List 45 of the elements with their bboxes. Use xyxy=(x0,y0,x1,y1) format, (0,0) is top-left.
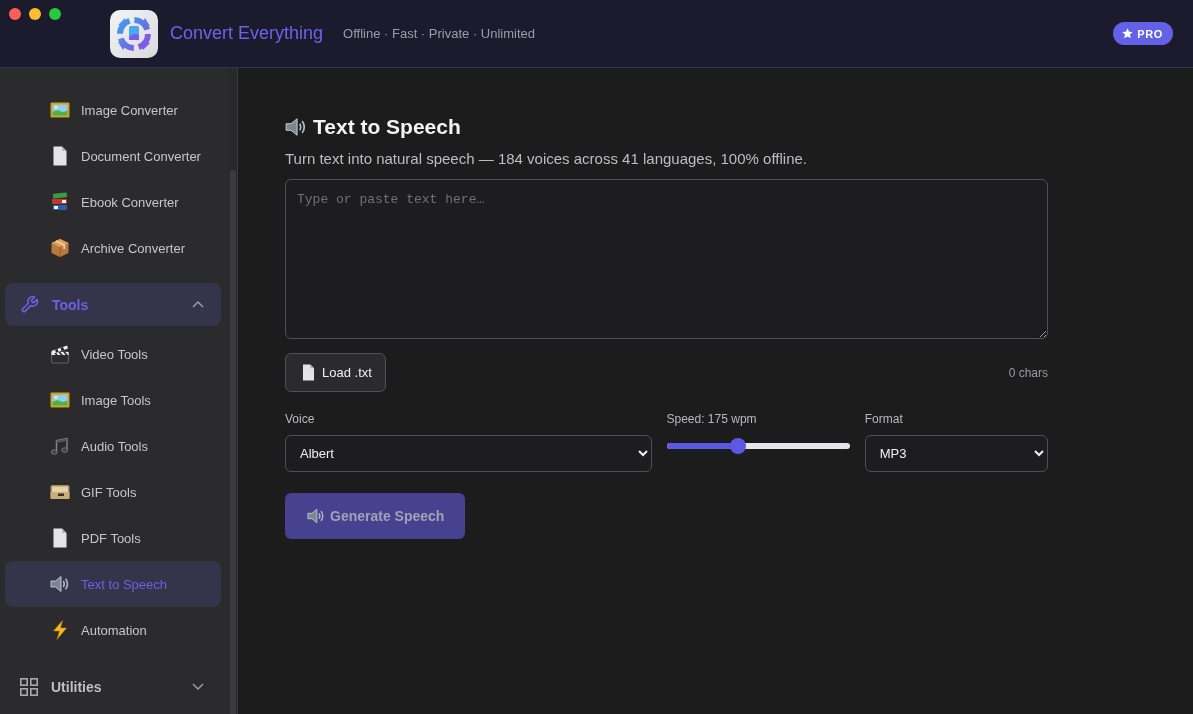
picture-frame-icon xyxy=(50,100,70,120)
slider-thumb[interactable] xyxy=(730,438,747,454)
picture-frame-icon xyxy=(50,390,70,410)
lightning-icon xyxy=(50,620,70,640)
app-tagline: Offline · Fast · Private · Unlimited xyxy=(343,26,535,41)
speaker-icon xyxy=(307,507,325,525)
page-subtitle: Turn text into natural speech — 184 voices across 41 languages, 100% offline. xyxy=(285,149,808,169)
char-count: 0 chars xyxy=(1008,365,1048,380)
app-logo-icon xyxy=(110,9,158,58)
books-icon xyxy=(50,192,70,212)
sidebar-item[interactable]: Document Converter xyxy=(5,133,221,179)
music-notes-icon xyxy=(50,436,70,456)
speed-label: Speed: 175 wpm xyxy=(666,412,757,427)
text-input-field[interactable]: Type or paste text here… xyxy=(285,179,1048,339)
sidebar-item[interactable]: Video Tools xyxy=(5,331,221,377)
sidebar-item[interactable]: Automation xyxy=(5,607,221,653)
sidebar-item[interactable]: GIF Tools xyxy=(5,469,221,515)
close-button[interactable] xyxy=(9,8,21,20)
sidebar-group-header[interactable]: Utilities xyxy=(5,665,221,708)
document-icon xyxy=(300,364,317,381)
sidebar-item[interactable]: Ebook Converter xyxy=(5,179,221,225)
app-title: Convert Everything xyxy=(170,23,324,44)
minimize-button[interactable] xyxy=(29,8,41,20)
voice-select[interactable]: Albert xyxy=(285,435,652,472)
wrench-icon xyxy=(20,295,39,314)
pro-badge[interactable]: PRO xyxy=(1113,22,1173,45)
zoom-button[interactable] xyxy=(49,8,61,20)
format-label: Format xyxy=(864,412,903,427)
page-title: Text to Speech xyxy=(313,114,461,139)
sidebar-item[interactable]: Image Tools xyxy=(5,377,221,423)
clapperboard-icon xyxy=(50,344,70,364)
speaker-icon xyxy=(50,574,70,594)
load-file-button[interactable]: Load .txt xyxy=(285,353,386,392)
star-icon xyxy=(1122,28,1134,39)
sidebar-item[interactable]: PDF Tools xyxy=(5,515,221,561)
file-box-icon xyxy=(50,482,70,502)
speed-slider[interactable] xyxy=(666,438,850,454)
grid-icon xyxy=(20,677,38,696)
package-icon xyxy=(50,238,70,258)
speaker-icon xyxy=(285,115,307,138)
sidebar-item[interactable]: Archive Converter xyxy=(5,225,221,271)
sidebar-item[interactable]: Audio Tools xyxy=(5,423,221,469)
sidebar-item[interactable]: Image Converter xyxy=(5,87,221,133)
format-select[interactable]: MP3 xyxy=(864,435,1048,472)
voice-label: Voice xyxy=(285,412,315,427)
